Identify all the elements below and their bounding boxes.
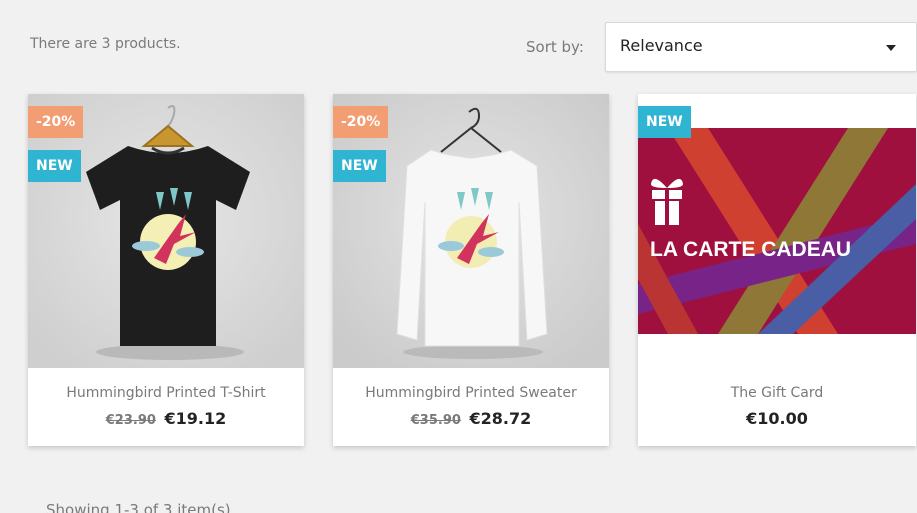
current-price: €10.00 bbox=[746, 409, 808, 428]
new-flag: NEW bbox=[638, 106, 691, 138]
product-title[interactable]: Hummingbird Printed T-Shirt bbox=[28, 385, 304, 401]
product-description: Hummingbird Printed T-Shirt €23.90 €19.1… bbox=[28, 368, 304, 446]
discount-flag: -20% bbox=[28, 106, 84, 138]
regular-price: €35.90 bbox=[410, 413, 461, 428]
product-card-gift-card[interactable]: NEW LA CARTE CADEAU The Gift Card €10.00 bbox=[638, 94, 916, 446]
product-price-row: €10.00 bbox=[638, 409, 916, 428]
sort-selected-value: Relevance bbox=[620, 36, 703, 55]
pagination-summary: Showing 1-3 of 3 item(s) bbox=[46, 501, 231, 513]
new-flag: NEW bbox=[333, 150, 386, 182]
product-card-sweater[interactable]: -20% NEW Hummingbird Printed Sweater €35… bbox=[333, 94, 609, 446]
product-thumbnail[interactable]: NEW LA CARTE CADEAU bbox=[638, 94, 916, 368]
products-selection-bar: There are 3 products. Sort by: Relevance bbox=[30, 22, 917, 72]
product-listing-page: There are 3 products. Sort by: Relevance… bbox=[0, 0, 917, 513]
sort-dropdown[interactable]: Relevance bbox=[605, 22, 917, 72]
new-flag: NEW bbox=[28, 150, 81, 182]
current-price: €28.72 bbox=[469, 409, 532, 428]
sort-by-label: Sort by: bbox=[526, 38, 584, 56]
product-description: Hummingbird Printed Sweater €35.90 €28.7… bbox=[333, 368, 609, 446]
product-description: The Gift Card €10.00 bbox=[638, 368, 916, 446]
product-price-row: €23.90 €19.12 bbox=[28, 409, 304, 428]
product-title[interactable]: The Gift Card bbox=[638, 385, 916, 401]
caret-down-icon bbox=[886, 45, 896, 51]
regular-price: €23.90 bbox=[105, 413, 156, 428]
product-thumbnail[interactable]: -20% NEW bbox=[333, 94, 609, 368]
product-title[interactable]: Hummingbird Printed Sweater bbox=[333, 385, 609, 401]
gift-card-text: LA CARTE CADEAU bbox=[650, 238, 851, 261]
product-count: There are 3 products. bbox=[30, 36, 181, 52]
current-price: €19.12 bbox=[164, 409, 227, 428]
discount-flag: -20% bbox=[333, 106, 389, 138]
product-price-row: €35.90 €28.72 bbox=[333, 409, 609, 428]
product-thumbnail[interactable]: -20% NEW bbox=[28, 94, 304, 368]
product-card-tshirt[interactable]: -20% NEW Hummingbird Printed T-Shirt €23… bbox=[28, 94, 304, 446]
